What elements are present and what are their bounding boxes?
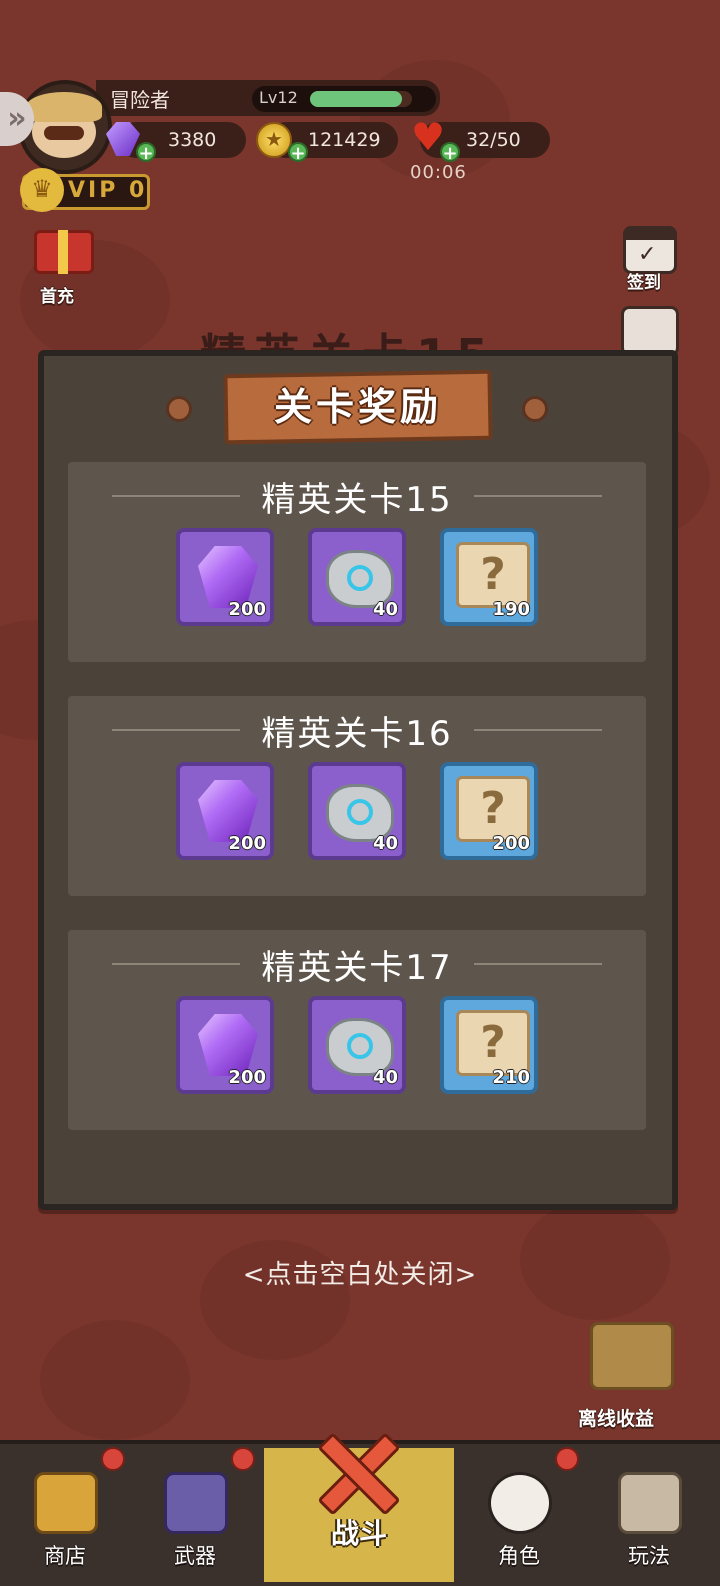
stage-reward-panel: 精英关卡17 200 40 ? 210 bbox=[68, 930, 646, 1130]
reward-count: 210 bbox=[492, 1067, 530, 1088]
coin-amount: 121429 bbox=[308, 129, 381, 151]
reward-count: 190 bbox=[492, 599, 530, 620]
add-coins-button[interactable]: + bbox=[288, 142, 308, 163]
nav-gameplay[interactable]: 玩法 bbox=[584, 1448, 714, 1582]
reward-count: 200 bbox=[228, 1067, 266, 1088]
nail-right-icon bbox=[522, 396, 548, 422]
first-charge-label: 首充 bbox=[40, 287, 74, 307]
calendar-icon bbox=[623, 226, 677, 240]
reward-count: 40 bbox=[372, 599, 398, 620]
close-hint[interactable]: <点击空白处关闭> bbox=[0, 1254, 720, 1291]
reward-count: 200 bbox=[228, 599, 266, 620]
weapon-icon bbox=[164, 1472, 228, 1534]
coin-icon: ★ bbox=[256, 122, 292, 158]
stage-name: 精英关卡17 bbox=[261, 948, 453, 988]
reward-count: 40 bbox=[372, 1067, 398, 1088]
add-stamina-button[interactable]: + bbox=[440, 142, 460, 163]
gem-amount: 3380 bbox=[168, 129, 217, 151]
task-list-icon[interactable] bbox=[621, 306, 679, 356]
reward-item-stone[interactable]: 40 bbox=[308, 762, 406, 860]
checkin-label: 签到 bbox=[627, 273, 661, 293]
crossed-swords-icon bbox=[308, 1426, 408, 1516]
first-charge-button[interactable] bbox=[26, 226, 98, 290]
nav-battle-label: 战斗 bbox=[330, 1517, 387, 1550]
stage-name: 精英关卡15 bbox=[261, 480, 453, 520]
nav-shop-label: 商店 bbox=[44, 1544, 86, 1568]
treasure-chest-icon[interactable] bbox=[590, 1322, 674, 1390]
reward-item-stone[interactable]: 40 bbox=[308, 528, 406, 626]
xp-bar bbox=[310, 91, 412, 107]
reward-item-scroll[interactable]: ? 200 bbox=[440, 762, 538, 860]
reward-count: 40 bbox=[372, 833, 398, 854]
stage-reward-panel: 精英关卡16 200 40 ? 200 bbox=[68, 696, 646, 896]
nav-weapons-label: 武器 bbox=[174, 1544, 216, 1568]
nail-left-icon bbox=[166, 396, 192, 422]
crown-icon: ♛ bbox=[20, 168, 64, 212]
shop-chest-icon bbox=[34, 1472, 98, 1534]
vip-label: VIP 0 bbox=[68, 178, 148, 203]
weapons-notification-dot bbox=[231, 1447, 255, 1471]
stage-reward-panel: 精英关卡15 200 40 ? 190 bbox=[68, 462, 646, 662]
nav-gameplay-label: 玩法 bbox=[628, 1544, 670, 1568]
character-notification-dot bbox=[555, 1447, 579, 1471]
player-name: 冒险者 bbox=[110, 88, 170, 112]
stamina-amount: 32/50 bbox=[466, 129, 521, 151]
reward-item-gem[interactable]: 200 bbox=[176, 528, 274, 626]
offline-income-label: 离线收益 bbox=[578, 1408, 655, 1430]
reward-item-scroll[interactable]: ? 210 bbox=[440, 996, 538, 1094]
check-icon: ✓ bbox=[638, 242, 657, 267]
add-gems-button[interactable]: + bbox=[136, 142, 156, 163]
reward-item-scroll[interactable]: ? 190 bbox=[440, 528, 538, 626]
shop-notification-dot bbox=[101, 1447, 125, 1471]
reward-count: 200 bbox=[228, 833, 266, 854]
reward-count: 200 bbox=[492, 833, 530, 854]
castle-icon bbox=[618, 1472, 682, 1534]
player-level: Lv12 bbox=[259, 88, 298, 107]
stage-name: 精英关卡16 bbox=[261, 714, 453, 754]
nav-character-label: 角色 bbox=[498, 1544, 540, 1568]
reward-item-stone[interactable]: 40 bbox=[308, 996, 406, 1094]
reward-item-gem[interactable]: 200 bbox=[176, 996, 274, 1094]
reward-item-gem[interactable]: 200 bbox=[176, 762, 274, 860]
dialog-title: 关卡奖励 bbox=[273, 385, 442, 429]
xp-bar-fill bbox=[310, 91, 402, 107]
stamina-timer: 00:06 bbox=[410, 162, 467, 183]
panda-icon bbox=[488, 1472, 552, 1534]
